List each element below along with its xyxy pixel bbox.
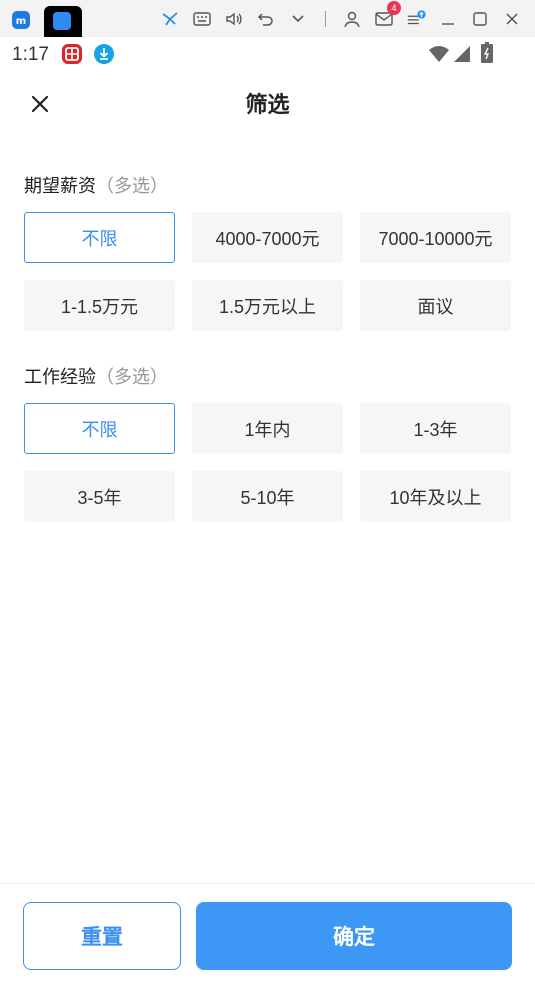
butterfly-icon[interactable] xyxy=(160,9,180,29)
emulator-app-tab[interactable] xyxy=(44,6,82,37)
status-bar: 1:17 xyxy=(0,37,535,71)
experience-option-1-3y[interactable]: 1-3年 xyxy=(360,403,511,454)
menu-icon[interactable] xyxy=(406,9,426,29)
app-notification-icon xyxy=(61,43,83,69)
emulator-home-tab[interactable]: m xyxy=(10,8,34,30)
salary-section-title: 期望薪资（多选） xyxy=(24,172,168,198)
notification-badge: 4 xyxy=(387,1,401,15)
experience-option-under-1y[interactable]: 1年内 xyxy=(192,403,343,454)
footer-divider xyxy=(0,883,535,884)
salary-title-label: 期望薪资 xyxy=(24,176,96,197)
signal-icon xyxy=(452,45,472,67)
battery-icon xyxy=(481,42,493,68)
undo-icon[interactable] xyxy=(256,9,276,29)
salary-option-7000-10000[interactable]: 7000-10000元 xyxy=(360,212,511,263)
status-time: 1:17 xyxy=(12,44,49,65)
experience-option-unlimited[interactable]: 不限 xyxy=(24,403,175,454)
download-icon xyxy=(93,43,115,69)
salary-hint: （多选） xyxy=(96,176,168,197)
experience-title-label: 工作经验 xyxy=(24,367,96,388)
chevron-down-icon[interactable] xyxy=(288,9,308,29)
wifi-icon xyxy=(428,45,450,67)
page-title: 筛选 xyxy=(245,93,290,118)
reset-button[interactable]: 重置 xyxy=(23,902,181,970)
app-tab-icon xyxy=(53,12,71,30)
salary-option-15k-plus[interactable]: 1.5万元以上 xyxy=(192,280,343,331)
experience-option-3-5y[interactable]: 3-5年 xyxy=(24,471,175,522)
volume-icon[interactable] xyxy=(224,9,244,29)
toolbar-divider xyxy=(325,11,326,27)
user-icon[interactable] xyxy=(342,9,362,29)
emulator-logo-icon: m xyxy=(12,11,30,29)
maximize-icon[interactable] xyxy=(470,9,490,29)
window-close-icon[interactable] xyxy=(502,9,522,29)
experience-option-5-10y[interactable]: 5-10年 xyxy=(192,471,343,522)
salary-option-unlimited[interactable]: 不限 xyxy=(24,212,175,263)
salary-option-negotiable[interactable]: 面议 xyxy=(360,280,511,331)
salary-option-4000-7000[interactable]: 4000-7000元 xyxy=(192,212,343,263)
experience-option-10y-plus[interactable]: 10年及以上 xyxy=(360,471,511,522)
minimize-icon[interactable] xyxy=(438,9,458,29)
confirm-button[interactable]: 确定 xyxy=(196,902,512,970)
experience-section-title: 工作经验（多选） xyxy=(24,363,168,389)
salary-option-10k-15k[interactable]: 1-1.5万元 xyxy=(24,280,175,331)
experience-hint: （多选） xyxy=(96,367,168,388)
keyboard-icon[interactable] xyxy=(192,9,212,29)
svg-text:m: m xyxy=(16,16,26,27)
emulator-toolbar: m 4 xyxy=(0,0,535,37)
